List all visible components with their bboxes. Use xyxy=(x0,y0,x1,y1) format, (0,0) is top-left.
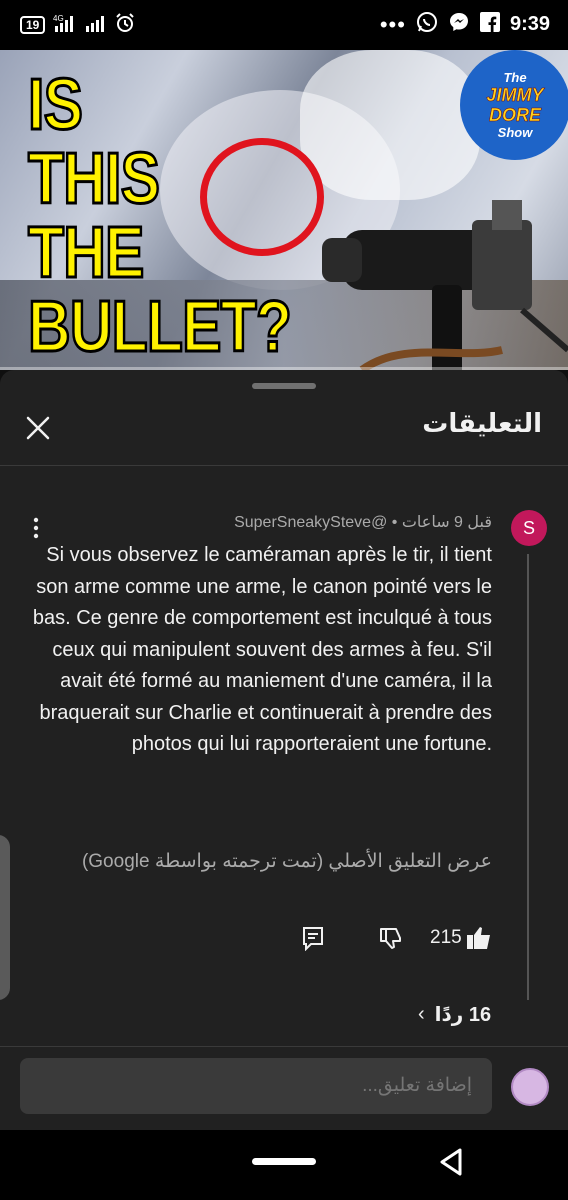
meta-separator: • xyxy=(391,514,398,531)
status-left-icons: 19 4G xyxy=(20,13,135,36)
comments-sheet: التعليقات S قبل 9 ساعات • @SuperSneakySt… xyxy=(0,370,568,1200)
like-count: 215 xyxy=(430,927,462,948)
close-button[interactable] xyxy=(20,410,56,446)
comment-composer xyxy=(0,1058,568,1118)
user-avatar[interactable] xyxy=(511,1068,549,1106)
thumbs-up-icon xyxy=(467,927,490,949)
alarm-icon xyxy=(115,13,135,36)
headline-line: BULLET? xyxy=(27,287,293,367)
comment-meta: قبل 9 ساعات • @SuperSneakySteve xyxy=(234,512,492,532)
back-button[interactable] xyxy=(436,1146,468,1178)
headline-line: IS xyxy=(27,65,84,145)
add-comment-input[interactable] xyxy=(20,1058,492,1114)
thumbs-down-icon xyxy=(380,928,401,949)
dislike-button[interactable] xyxy=(378,925,404,951)
show-original-link[interactable]: عرض التعليق الأصلي (تمت ترجمته بواسطة Go… xyxy=(82,850,492,873)
close-icon xyxy=(26,416,50,440)
comment-time: قبل 9 ساعات xyxy=(401,514,492,531)
facebook-icon xyxy=(479,12,500,37)
more-dots-icon: ••• xyxy=(379,11,406,37)
avatar[interactable]: S xyxy=(511,510,547,546)
comment-menu-button[interactable] xyxy=(26,516,46,540)
logo-line: DORE xyxy=(488,105,542,126)
more-vert-icon xyxy=(33,517,39,539)
logo-line: The xyxy=(503,70,527,85)
signal-icon xyxy=(85,14,107,35)
divider xyxy=(0,1046,568,1047)
comment-body: Si vous observez le caméraman après le t… xyxy=(32,544,492,755)
signal-4g-icon: 4G xyxy=(53,14,77,35)
back-triangle-icon xyxy=(440,1148,462,1176)
notification-count-badge: 19 xyxy=(20,15,46,34)
chevron-left-icon: ‹ xyxy=(418,1003,425,1025)
comments-header: التعليقات xyxy=(0,390,568,466)
comments-title: التعليقات xyxy=(422,408,542,438)
system-nav-bar xyxy=(0,1130,568,1200)
logo-line: Show xyxy=(497,125,533,140)
highlight-circle xyxy=(200,138,324,256)
status-right-icons: ••• 9:39 xyxy=(380,11,550,38)
comment-author[interactable]: @SuperSneakySteve xyxy=(234,514,387,531)
home-pill-button[interactable] xyxy=(252,1158,316,1165)
show-logo: The JIMMY DORE Show xyxy=(460,50,568,160)
camera-image xyxy=(322,200,568,370)
whatsapp-icon xyxy=(416,11,438,38)
status-bar: 19 4G ••• 9:39 xyxy=(0,0,568,50)
video-background-shape xyxy=(300,50,480,200)
logo-line: JIMMY xyxy=(486,85,544,106)
replies-count: 16 ردًا xyxy=(434,1004,492,1026)
network-type-label: 4G xyxy=(53,14,64,23)
video-player[interactable]: IS THIS THE BULLET? The JIMMY DORE Show xyxy=(0,50,568,370)
clock-time: 9:39 xyxy=(509,13,550,35)
reply-button[interactable] xyxy=(300,925,326,952)
like-button[interactable] xyxy=(465,925,493,951)
edge-panel-handle[interactable] xyxy=(0,835,10,1000)
comment-actions: 215 xyxy=(0,925,568,955)
replies-toggle[interactable]: ‹ 16 ردًا xyxy=(418,1002,491,1027)
drag-handle[interactable] xyxy=(252,383,316,389)
reply-icon xyxy=(303,927,323,952)
messenger-icon xyxy=(448,11,470,38)
